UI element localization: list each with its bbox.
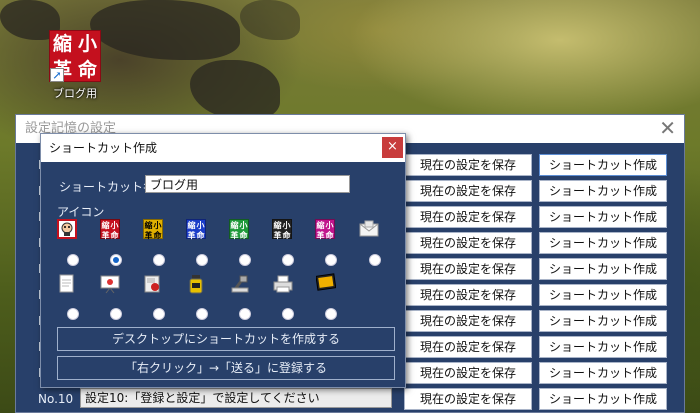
document-icon[interactable] — [58, 274, 78, 294]
logo-magenta-icon[interactable]: 縮小革命 — [315, 219, 335, 240]
logo-char: 命 — [325, 230, 334, 240]
presentation-icon[interactable] — [100, 274, 120, 294]
tools-icon[interactable] — [230, 274, 250, 294]
icon-radio[interactable] — [153, 308, 165, 320]
logo-char: 小 — [153, 220, 162, 230]
shukusho-logo-icon: 縮 小 革 命 ↗ — [49, 30, 101, 82]
logo-char: 小 — [196, 220, 205, 230]
save-current-settings-button[interactable]: 現在の設定を保存 — [404, 206, 532, 228]
icon-radio[interactable] — [153, 254, 165, 266]
logo-char: 縮 — [144, 220, 153, 230]
logo-char: 命 — [282, 230, 291, 240]
logo-char: 革 — [187, 230, 196, 240]
logo-char: 命 — [196, 230, 205, 240]
logo-char: 小 — [239, 220, 248, 230]
create-shortcut-button[interactable]: ショートカット作成 — [539, 232, 667, 254]
dialog-title: ショートカット作成 — [49, 141, 158, 155]
row-number-label: No.10 — [38, 392, 74, 406]
icon-radio[interactable] — [67, 308, 79, 320]
photo-card-icon[interactable] — [143, 274, 163, 294]
wallpaper-rock — [190, 60, 280, 120]
logo-char: 小 — [325, 220, 334, 230]
dialog-close-button[interactable]: × — [382, 137, 403, 158]
create-shortcut-button[interactable]: ショートカット作成 — [539, 258, 667, 280]
create-shortcut-button[interactable]: ショートカット作成 — [539, 362, 667, 384]
wallpaper-rock — [240, 0, 300, 40]
icon-radio[interactable] — [196, 254, 208, 266]
save-current-settings-button[interactable]: 現在の設定を保存 — [404, 232, 532, 254]
logo-char: 縮 — [52, 33, 72, 55]
save-current-settings-button[interactable]: 現在の設定を保存 — [404, 336, 532, 358]
desktop-shortcut-label: ブログ用 — [53, 87, 97, 100]
icon-radio[interactable] — [369, 254, 381, 266]
create-shortcut-button[interactable]: ショートカット作成 — [539, 310, 667, 332]
face-icon[interactable] — [57, 219, 77, 239]
icon-section-label: アイコン — [57, 205, 105, 219]
logo-red-icon[interactable]: 縮小革命 — [100, 219, 120, 240]
logo-green-icon[interactable]: 縮小革命 — [229, 219, 249, 240]
icon-radio[interactable] — [282, 308, 294, 320]
logo-char: 小 — [110, 220, 119, 230]
icon-radio[interactable] — [282, 254, 294, 266]
shortcut-name-input[interactable] — [145, 175, 350, 193]
logo-blue-icon[interactable]: 縮小革命 — [186, 219, 206, 240]
icon-radio[interactable] — [239, 254, 251, 266]
logo-char: 縮 — [101, 220, 110, 230]
icon-radio[interactable] — [325, 254, 337, 266]
wallpaper-rock — [90, 0, 240, 60]
logo-char: 命 — [153, 230, 162, 240]
logo-char: 縮 — [273, 220, 282, 230]
logo-char: 命 — [110, 230, 119, 240]
icon-radio[interactable] — [325, 308, 337, 320]
icon-radio[interactable] — [239, 308, 251, 320]
save-current-settings-button[interactable]: 現在の設定を保存 — [404, 154, 532, 176]
shortcut-dialog: ショートカット作成 × ショートカット名 アイコン 縮小革命 縮小革命 縮小革命… — [40, 133, 406, 388]
create-shortcut-button[interactable]: ショートカット作成 — [539, 284, 667, 306]
logo-char: 小 — [77, 33, 97, 55]
create-desktop-shortcut-button[interactable]: デスクトップにショートカットを作成する — [57, 327, 395, 351]
shortcut-arrow-icon: ↗ — [50, 68, 64, 82]
create-shortcut-button[interactable]: ショートカット作成 — [539, 180, 667, 202]
save-current-settings-button[interactable]: 現在の設定を保存 — [404, 180, 532, 202]
logo-char: 命 — [239, 230, 248, 240]
shortcut-name-label: ショートカット名 — [59, 180, 156, 194]
logo-char: 小 — [282, 220, 291, 230]
row10-setting-text: 設定10:「登録と設定」で設定してください — [80, 388, 392, 408]
logo-char: 革 — [316, 230, 325, 240]
create-shortcut-button[interactable]: ショートカット作成 — [539, 388, 667, 410]
printer-icon[interactable] — [273, 275, 293, 295]
logo-char: 革 — [101, 230, 110, 240]
logo-char: 命 — [77, 59, 97, 81]
logo-char: 縮 — [187, 220, 196, 230]
icon-radio[interactable] — [67, 254, 79, 266]
logo-char: 革 — [230, 230, 239, 240]
close-icon[interactable]: ✕ — [659, 115, 676, 141]
save-current-settings-button[interactable]: 現在の設定を保存 — [404, 388, 532, 410]
envelope-icon[interactable] — [359, 220, 379, 240]
logo-black-icon[interactable]: 縮小革命 — [272, 219, 292, 240]
create-shortcut-button[interactable]: ショートカット作成 — [539, 154, 667, 176]
logo-char: 縮 — [316, 220, 325, 230]
monitor-icon[interactable] — [315, 273, 337, 293]
logo-char: 革 — [144, 230, 153, 240]
create-shortcut-button[interactable]: ショートカット作成 — [539, 336, 667, 358]
icon-radio-selected[interactable] — [110, 254, 122, 266]
save-current-settings-button[interactable]: 現在の設定を保存 — [404, 310, 532, 332]
icon-radio[interactable] — [196, 308, 208, 320]
save-current-settings-button[interactable]: 現在の設定を保存 — [404, 258, 532, 280]
register-sendto-button[interactable]: 「右クリック」→「送る」に登録する — [57, 356, 395, 380]
desktop-shortcut[interactable]: 縮 小 革 命 ↗ ブログ用 — [44, 30, 106, 101]
jar-icon[interactable] — [187, 274, 207, 294]
create-shortcut-button[interactable]: ショートカット作成 — [539, 206, 667, 228]
logo-char: 縮 — [230, 220, 239, 230]
icon-radio[interactable] — [110, 308, 122, 320]
logo-yellow-icon[interactable]: 縮小革命 — [143, 219, 163, 240]
save-current-settings-button[interactable]: 現在の設定を保存 — [404, 362, 532, 384]
dialog-titlebar: ショートカット作成 × — [41, 134, 405, 162]
logo-char: 革 — [273, 230, 282, 240]
save-current-settings-button[interactable]: 現在の設定を保存 — [404, 284, 532, 306]
